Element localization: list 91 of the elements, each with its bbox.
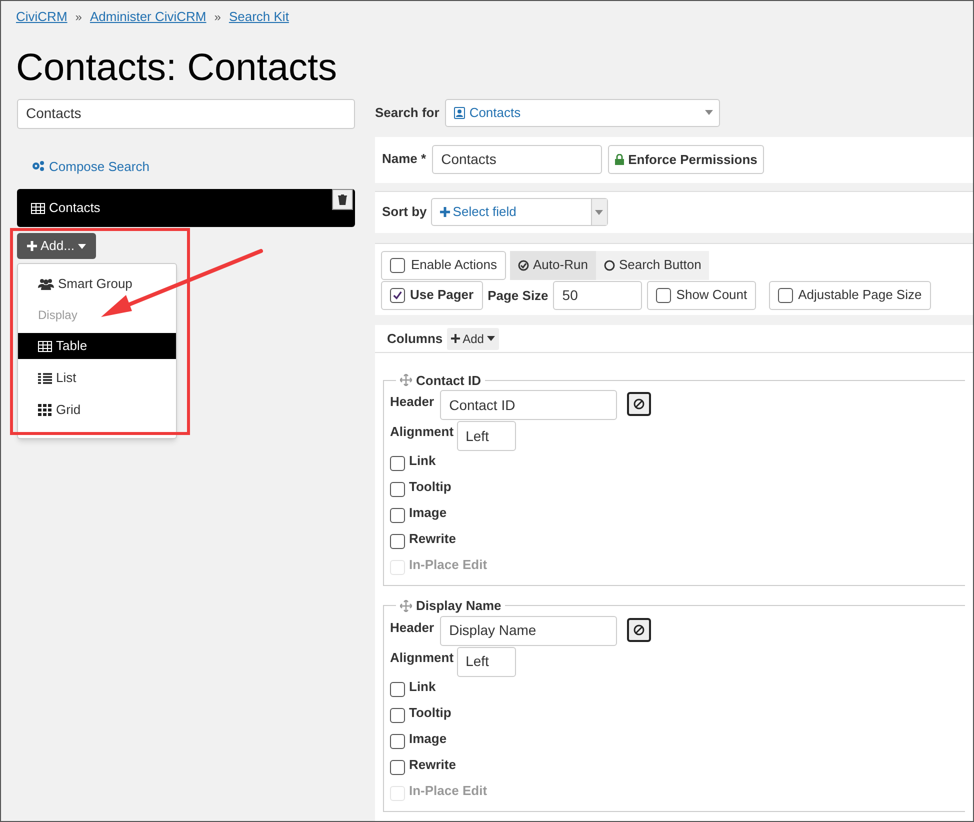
checkbox[interactable] xyxy=(390,482,405,497)
option-label: Link xyxy=(409,453,436,469)
move-icon[interactable] xyxy=(400,600,412,612)
select-value: Contacts xyxy=(469,104,521,122)
field-label: Search for xyxy=(375,104,440,122)
breadcrumb-link[interactable]: Administer CiviCRM xyxy=(90,7,206,26)
breadcrumb-separator: » xyxy=(214,8,221,26)
plus-icon xyxy=(26,241,37,251)
columns-label: Columns xyxy=(387,330,443,348)
alignment-select[interactable]: Left xyxy=(456,646,516,676)
option-label: Rewrite xyxy=(409,756,456,772)
enable-actions-toggle[interactable]: Enable Actions xyxy=(381,250,506,280)
ban-icon xyxy=(633,624,646,636)
checkbox[interactable] xyxy=(778,288,794,302)
field-label: Header xyxy=(390,393,434,411)
run-mode-option[interactable]: Auto-Run xyxy=(510,250,596,280)
enforce-permissions-button[interactable]: Enforce Permissions xyxy=(608,145,764,174)
checkbox[interactable] xyxy=(390,258,405,272)
breadcrumb-separator: » xyxy=(75,8,82,26)
checkbox[interactable] xyxy=(390,534,405,549)
option-label: Image xyxy=(409,505,447,521)
checkbox[interactable] xyxy=(390,734,405,748)
adjustable-page-size-toggle[interactable]: Adjustable Page Size xyxy=(769,280,931,310)
menu-item[interactable]: List xyxy=(18,365,176,391)
breadcrumb-link[interactable]: Search Kit xyxy=(228,7,289,26)
option-label: In-Place Edit xyxy=(409,557,488,573)
entity-select[interactable]: Contacts xyxy=(445,98,720,126)
field-label: Sort by xyxy=(382,203,427,222)
field-label: Alignment xyxy=(390,648,454,667)
display-label: Contacts xyxy=(31,198,100,218)
menu-item[interactable]: Grid xyxy=(18,397,176,423)
column-title: Contact ID xyxy=(416,372,481,390)
option-label: Tooltip xyxy=(409,479,452,495)
plus-icon xyxy=(450,334,460,343)
header-field[interactable]: Display Name xyxy=(440,616,618,646)
compose-search-link[interactable]: Compose Search xyxy=(31,156,355,176)
search-label-field[interactable]: Contacts xyxy=(17,98,355,128)
grid-icon xyxy=(38,404,52,416)
clear-button[interactable] xyxy=(627,618,652,642)
check-circle-icon xyxy=(518,260,530,270)
caret-icon xyxy=(486,336,495,341)
checkbox[interactable] xyxy=(390,708,405,722)
alignment-select[interactable]: Left xyxy=(456,421,516,451)
checkbox[interactable] xyxy=(390,288,405,302)
page-size-field[interactable]: 50 xyxy=(553,280,642,310)
sort-field-select[interactable]: Select field xyxy=(430,198,608,226)
display-tab[interactable]: Contacts xyxy=(17,189,355,227)
gears-icon xyxy=(31,160,45,172)
circle-icon xyxy=(604,260,615,270)
menu-header: Display xyxy=(37,307,78,324)
caret-icon xyxy=(705,110,714,115)
trash-icon xyxy=(338,194,347,205)
table-icon xyxy=(31,202,45,214)
option-label: Link xyxy=(409,678,436,694)
caret-icon xyxy=(78,244,86,248)
option-label: In-Place Edit xyxy=(409,782,488,798)
checkbox[interactable] xyxy=(390,760,405,774)
field-label: Header xyxy=(390,618,434,636)
caret-icon xyxy=(595,210,604,214)
name-field[interactable]: Contacts xyxy=(432,145,602,174)
use-pager-toggle[interactable]: Use Pager xyxy=(381,280,483,310)
add-button[interactable]: Add... xyxy=(17,233,96,259)
option-label: Image xyxy=(409,730,447,746)
move-icon[interactable] xyxy=(400,374,412,386)
checkbox[interactable] xyxy=(390,508,405,523)
checkbox[interactable] xyxy=(656,288,672,302)
menu-item[interactable]: Table xyxy=(18,333,176,359)
plus-icon xyxy=(440,207,450,217)
table-icon xyxy=(38,340,52,352)
select-placeholder: Select field xyxy=(452,203,516,222)
field-label: Name * xyxy=(382,150,426,168)
page-title: Contacts: Contacts xyxy=(15,46,338,90)
show-count-toggle[interactable]: Show Count xyxy=(647,280,756,310)
menu-item[interactable]: Smart Group xyxy=(18,271,176,297)
breadcrumb-link[interactable]: CiviCRM xyxy=(16,7,68,26)
field-label: Alignment xyxy=(390,423,454,441)
column-title: Display Name xyxy=(416,597,502,615)
delete-button[interactable] xyxy=(332,189,353,210)
contact-card-icon xyxy=(454,106,466,118)
field-label: Page Size xyxy=(488,286,548,305)
clear-button[interactable] xyxy=(627,392,652,416)
add-column-button[interactable]: Add xyxy=(446,328,499,350)
checkbox[interactable] xyxy=(390,456,405,471)
list-icon xyxy=(38,372,52,384)
lock-icon xyxy=(615,154,624,165)
users-icon xyxy=(38,278,54,290)
ban-icon xyxy=(633,398,646,410)
header-field[interactable]: Contact ID xyxy=(440,390,618,420)
checkbox[interactable] xyxy=(390,682,405,696)
option-label: Tooltip xyxy=(409,704,452,720)
option-label: Rewrite xyxy=(409,531,456,547)
